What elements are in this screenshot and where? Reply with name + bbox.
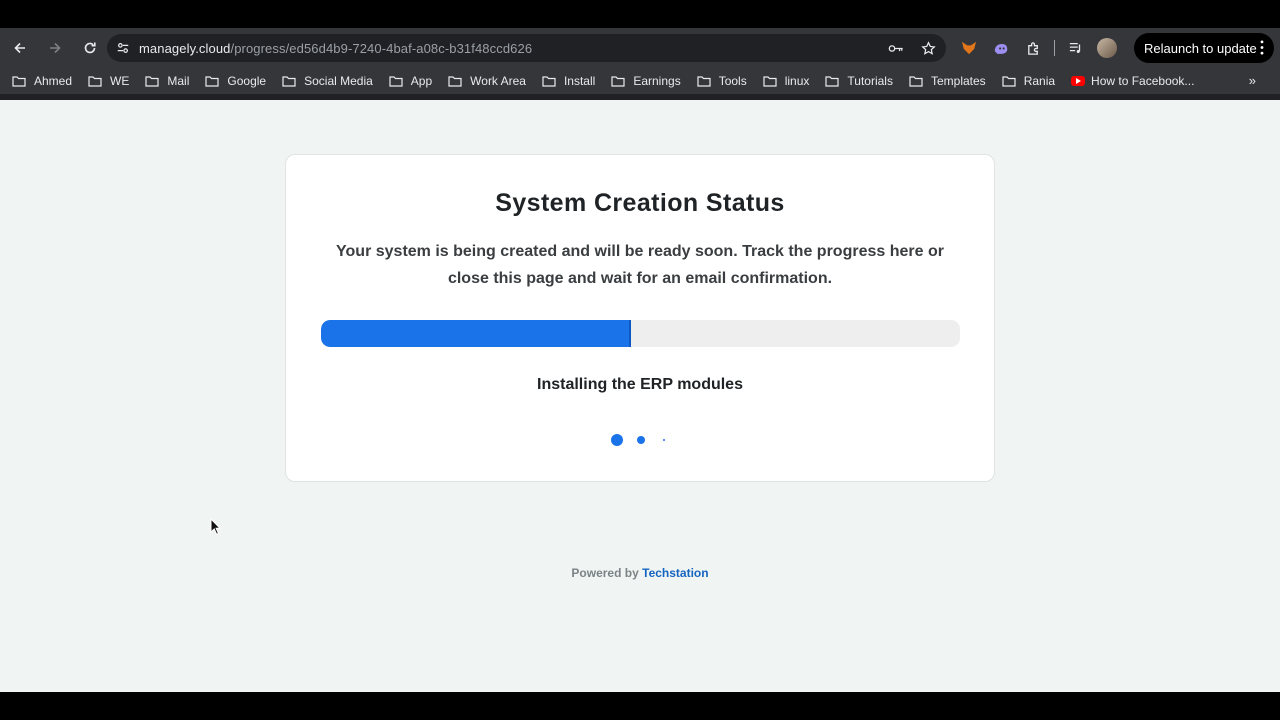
bookmark-label: Earnings bbox=[633, 74, 681, 88]
bookmark-label: How to Facebook... bbox=[1091, 74, 1195, 88]
bookmark-label: Social Media bbox=[304, 74, 373, 88]
browser-toolbar: managely.cloud/progress/ed56d4b9-7240-4b… bbox=[0, 28, 1280, 68]
bookmark-label: Rania bbox=[1023, 74, 1056, 88]
relaunch-button[interactable]: Relaunch to update bbox=[1134, 33, 1274, 63]
bookmark-label: App bbox=[410, 74, 433, 88]
bookmark-label: Tutorials bbox=[847, 74, 893, 88]
bookmark-item[interactable]: Mail bbox=[145, 74, 189, 88]
bookmark-item[interactable]: Earnings bbox=[611, 74, 681, 88]
folder-icon bbox=[825, 75, 840, 87]
bookmark-label: WE bbox=[110, 74, 130, 88]
folder-icon bbox=[1002, 75, 1016, 87]
bookmark-item[interactable]: Social Media bbox=[282, 74, 373, 88]
bookmark-label: linux bbox=[784, 74, 810, 88]
bookmark-label: Mail bbox=[167, 74, 190, 88]
bookmark-item[interactable]: Templates bbox=[909, 74, 986, 88]
bookmark-item[interactable]: WE bbox=[88, 74, 129, 88]
youtube-icon bbox=[1071, 76, 1086, 86]
folder-icon bbox=[909, 75, 923, 87]
profile-avatar[interactable] bbox=[1097, 38, 1117, 58]
address-bar[interactable]: managely.cloud/progress/ed56d4b9-7240-4b… bbox=[107, 34, 946, 62]
bookmark-item[interactable]: Tutorials bbox=[825, 74, 893, 88]
bookmark-star-icon[interactable] bbox=[918, 38, 938, 58]
bookmark-item[interactable]: Google bbox=[205, 74, 266, 88]
current-step-text: Installing the ERP modules bbox=[537, 376, 743, 393]
bookmark-item[interactable]: App bbox=[389, 74, 432, 88]
loading-dot bbox=[663, 439, 665, 441]
media-queue-icon[interactable] bbox=[1065, 37, 1087, 59]
url-text[interactable]: managely.cloud/progress/ed56d4b9-7240-4b… bbox=[139, 41, 532, 56]
folder-icon bbox=[88, 75, 102, 87]
powered-by-label: Powered by bbox=[571, 566, 639, 580]
password-key-icon[interactable] bbox=[886, 38, 906, 58]
bookmark-item[interactable]: How to Facebook... bbox=[1071, 74, 1194, 88]
bookmark-label: Install bbox=[563, 74, 596, 88]
site-info-icon[interactable] bbox=[113, 38, 133, 58]
back-icon[interactable] bbox=[4, 32, 36, 64]
techstation-link[interactable]: Techstation bbox=[642, 566, 708, 580]
folder-icon bbox=[763, 75, 777, 87]
folder-icon bbox=[448, 75, 462, 87]
bookmark-item[interactable]: Tools bbox=[697, 74, 747, 88]
folder-icon bbox=[389, 75, 403, 87]
url-path: /progress/ed56d4b9-7240-4baf-a08c-b31f48… bbox=[230, 40, 533, 56]
browser-window: managely.cloud/progress/ed56d4b9-7240-4b… bbox=[0, 28, 1280, 692]
progress-bar bbox=[321, 320, 960, 347]
progress-bar-fill bbox=[321, 320, 631, 347]
mouse-cursor-icon bbox=[210, 518, 222, 535]
forward-icon[interactable] bbox=[39, 32, 71, 64]
status-description: Your system is being created and will be… bbox=[336, 243, 944, 287]
folder-icon bbox=[282, 75, 296, 87]
folder-icon bbox=[12, 75, 26, 87]
bookmark-item[interactable]: Ahmed bbox=[12, 74, 72, 88]
page-content: System Creation Status Your system is be… bbox=[0, 100, 1280, 692]
more-bookmarks-icon[interactable]: » bbox=[1249, 73, 1256, 88]
fox-extension-icon[interactable] bbox=[958, 37, 980, 59]
bookmark-label: Ahmed bbox=[34, 74, 73, 88]
bookmark-label: Work Area bbox=[470, 74, 526, 88]
bookmark-item[interactable]: linux bbox=[763, 74, 810, 88]
loading-dot bbox=[637, 436, 645, 444]
relaunch-label: Relaunch to update bbox=[1144, 40, 1257, 56]
bookmark-label: Templates bbox=[930, 74, 986, 88]
toolbar-separator bbox=[1054, 40, 1055, 56]
extensions-area bbox=[958, 34, 1117, 62]
loading-dots-icon bbox=[609, 432, 671, 448]
bookmarks-bar: Ahmed WE Mail Google Social Media App Work Are… bbox=[0, 68, 1280, 94]
folder-icon bbox=[145, 75, 159, 87]
page-title: System Creation Status bbox=[495, 189, 785, 217]
bookmark-label: Google bbox=[227, 74, 267, 88]
bookmark-item[interactable]: Rania bbox=[1002, 74, 1055, 88]
extensions-puzzle-icon[interactable] bbox=[1022, 37, 1044, 59]
bookmark-item[interactable]: Install bbox=[542, 74, 595, 88]
ghost-extension-icon[interactable] bbox=[990, 37, 1012, 59]
folder-icon bbox=[697, 75, 711, 87]
status-card: System Creation Status Your system is be… bbox=[285, 154, 995, 482]
loading-dot bbox=[611, 434, 623, 446]
menu-dots-icon[interactable] bbox=[1260, 40, 1264, 55]
powered-by-footer: Powered by Techstation bbox=[0, 566, 1280, 580]
bookmark-item[interactable]: Work Area bbox=[448, 74, 526, 88]
folder-icon bbox=[542, 75, 556, 87]
folder-icon bbox=[611, 75, 625, 87]
folder-icon bbox=[205, 75, 219, 87]
reload-icon[interactable] bbox=[74, 32, 106, 64]
url-host: managely.cloud bbox=[139, 40, 231, 56]
bookmark-label: Tools bbox=[718, 74, 747, 88]
